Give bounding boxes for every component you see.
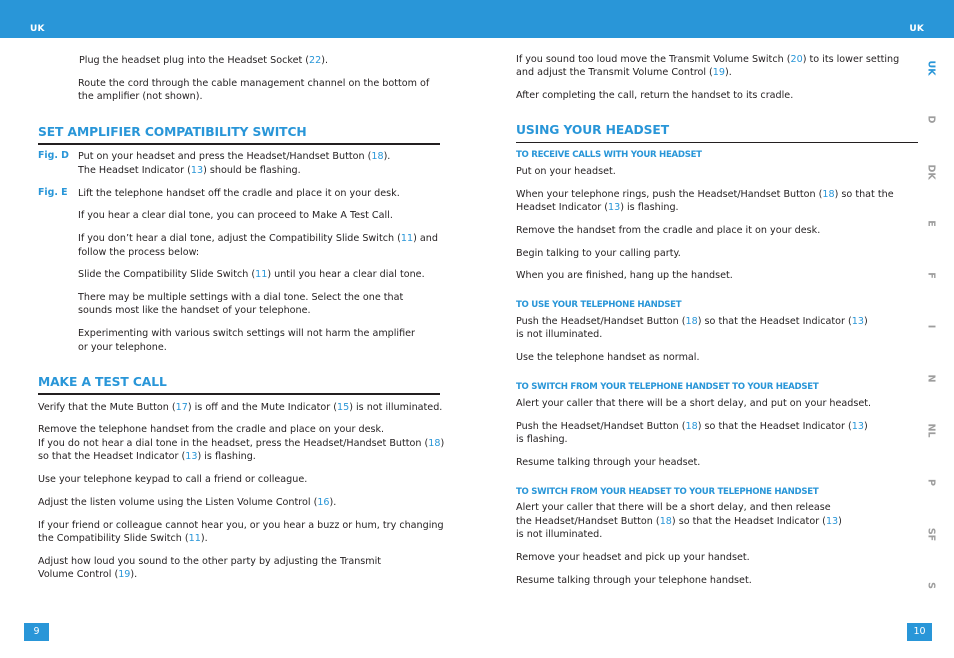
- section-divider: [38, 143, 440, 145]
- paragraph-line: When your telephone rings, push the Head…: [516, 189, 894, 200]
- paragraph-line: Headset Indicator (13) is flashing.: [516, 202, 679, 213]
- paragraph-line: When you are finished, hang up the hands…: [516, 270, 733, 281]
- page-number-right: 10: [907, 623, 932, 641]
- section-title-test-call: MAKE A TEST CALL: [38, 375, 167, 389]
- reference-number: 19: [118, 569, 131, 580]
- paragraph-line: Remove your headset and pick up your han…: [516, 552, 750, 563]
- paragraph-line: Volume Control (19).: [38, 569, 138, 580]
- reference-number: 16: [317, 497, 330, 508]
- paragraph-line: or your telephone.: [78, 342, 167, 353]
- paragraph-line: Resume talking through your headset.: [516, 457, 701, 468]
- paragraph-line: Put on your headset.: [516, 166, 616, 177]
- paragraph-line: is flashing.: [516, 434, 568, 445]
- paragraph-line: If you do not hear a dial tone in the he…: [38, 438, 445, 449]
- subsection-title: TO SWITCH FROM YOUR TELEPHONE HANDSET TO…: [516, 382, 819, 392]
- paragraph-line: so that the Headset Indicator (13) is fl…: [38, 451, 256, 462]
- paragraph-line: Resume talking through your telephone ha…: [516, 575, 752, 586]
- paragraph-line: the Headset/Handset Button (18) so that …: [516, 516, 842, 527]
- reference-number: 19: [712, 67, 726, 78]
- paragraph-line: Push the Headset/Handset Button (18) so …: [516, 316, 868, 327]
- language-tab-sf[interactable]: SF: [926, 528, 937, 542]
- paragraph-line: Adjust how loud you sound to the other p…: [38, 556, 382, 567]
- paragraph-line: Slide the Compatibility Slide Switch (11…: [78, 269, 425, 280]
- paragraph-line: Alert your caller that there will be a s…: [516, 502, 831, 513]
- reference-number: 22: [309, 55, 322, 66]
- paragraph-line: follow the process below:: [78, 247, 200, 258]
- paragraph-line: Route the cord through the cable managem…: [78, 78, 430, 89]
- reference-number: 17: [175, 402, 188, 413]
- paragraph-line: If you don’t hear a dial tone, adjust th…: [78, 233, 438, 244]
- header-bar: UK UK: [0, 0, 954, 38]
- paragraph-line: Begin talking to your calling party.: [516, 248, 681, 259]
- paragraph-line: The Headset Indicator (13) should be fla…: [78, 165, 301, 176]
- reference-number: 18: [685, 421, 698, 432]
- language-tab-uk[interactable]: UK: [926, 61, 937, 76]
- reference-number: 18: [371, 151, 384, 162]
- reference-number: 20: [790, 54, 803, 65]
- language-tab-s[interactable]: S: [926, 579, 937, 593]
- paragraph-line: and adjust the Transmit Volume Control (…: [516, 67, 732, 78]
- paragraph-line: After completing the call, return the ha…: [516, 90, 794, 101]
- paragraph-line: sounds most like the handset of your tel…: [78, 305, 311, 316]
- reference-number: 13: [190, 165, 204, 176]
- reference-number: 13: [607, 202, 621, 213]
- reference-number: 11: [255, 269, 268, 280]
- paragraph-line: Use the telephone handset as normal.: [516, 352, 700, 363]
- reference-number: 13: [851, 421, 864, 432]
- reference-number: 13: [185, 451, 198, 462]
- paragraph-line: Experimenting with various switch settin…: [78, 328, 415, 339]
- language-tab-n[interactable]: N: [926, 372, 937, 386]
- paragraph-line: If your friend or colleague cannot hear …: [38, 520, 444, 531]
- paragraph-line: is not illuminated.: [516, 529, 603, 540]
- paragraph-line: Verify that the Mute Button (17) is off …: [38, 402, 443, 413]
- subsection-title: TO SWITCH FROM YOUR HEADSET TO YOUR TELE…: [516, 487, 819, 497]
- paragraph-line: is not illuminated.: [516, 329, 603, 340]
- paragraph-line: the amplifier (not shown).: [78, 91, 203, 102]
- paragraph-line: the Compatibility Slide Switch (11).: [38, 533, 208, 544]
- paragraph-line: Lift the telephone handset off the cradl…: [78, 188, 400, 199]
- paragraph-line: Plug the headset plug into the Headset S…: [79, 55, 329, 66]
- subsection-title: TO RECEIVE CALLS WITH YOUR HEADSET: [516, 150, 702, 160]
- paragraph-line: There may be multiple settings with a di…: [78, 292, 404, 303]
- figure-label-e: Fig. E: [38, 187, 68, 198]
- header-language-right: UK: [909, 24, 924, 34]
- paragraph-line: If you hear a clear dial tone, you can p…: [78, 210, 393, 221]
- paragraph-line: If you sound too loud move the Transmit …: [516, 54, 900, 65]
- paragraph-line: Remove the handset from the cradle and p…: [516, 225, 821, 236]
- reference-number: 11: [188, 533, 201, 544]
- language-tab-dk[interactable]: DK: [926, 165, 937, 180]
- reference-number: 11: [400, 233, 414, 244]
- section-divider: [38, 393, 440, 395]
- paragraph-line: Put on your headset and press the Headse…: [78, 151, 391, 162]
- language-tab-p[interactable]: P: [926, 476, 937, 490]
- reference-number: 13: [851, 316, 864, 327]
- language-tab-e[interactable]: E: [926, 217, 937, 231]
- paragraph-line: Adjust the listen volume using the Liste…: [38, 497, 337, 508]
- reference-number: 15: [337, 402, 350, 413]
- figure-label-d: Fig. D: [38, 150, 69, 161]
- reference-number: 18: [685, 316, 698, 327]
- section-title-compatibility-switch: SET AMPLIFIER COMPATIBILITY SWITCH: [38, 125, 307, 139]
- section-divider: [516, 142, 918, 144]
- language-tab-f[interactable]: F: [926, 269, 937, 283]
- section-title-using-headset: USING YOUR HEADSET: [516, 123, 669, 137]
- header-language-left: UK: [30, 24, 45, 34]
- paragraph-line: Remove the telephone handset from the cr…: [38, 424, 385, 435]
- paragraph-line: Push the Headset/Handset Button (18) so …: [516, 421, 868, 432]
- subsection-title: TO USE YOUR TELEPHONE HANDSET: [516, 300, 682, 310]
- page-number-left: 9: [24, 623, 49, 641]
- reference-number: 18: [659, 516, 672, 527]
- language-tab-d[interactable]: D: [926, 113, 937, 127]
- language-tab-i[interactable]: I: [926, 320, 937, 334]
- language-tab-nl[interactable]: NL: [926, 424, 937, 438]
- paragraph-line: Use your telephone keypad to call a frie…: [38, 474, 308, 485]
- reference-number: 18: [428, 438, 441, 449]
- reference-number: 13: [825, 516, 839, 527]
- reference-number: 18: [822, 189, 835, 200]
- paragraph-line: Alert your caller that there will be a s…: [516, 398, 872, 409]
